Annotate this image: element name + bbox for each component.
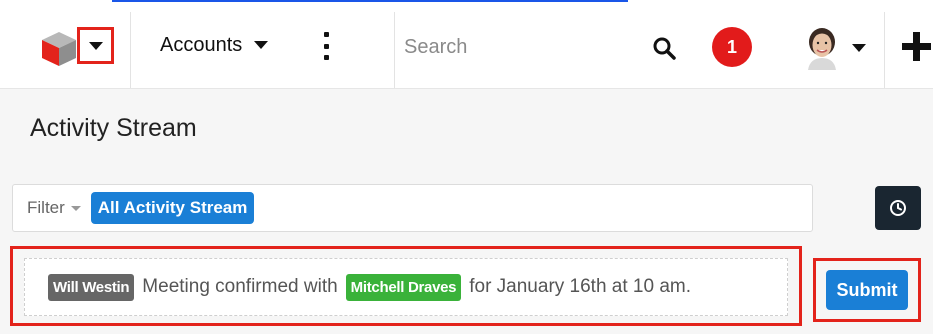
filter-bar[interactable]: Filter All Activity Stream [12, 184, 813, 232]
search-input[interactable] [404, 30, 634, 64]
filter-selected-pill[interactable]: All Activity Stream [90, 192, 255, 224]
activity-text-after: for January 16th at 10 am. [469, 276, 692, 297]
activity-toggle-button[interactable] [875, 186, 921, 230]
top-link-underline [112, 0, 628, 4]
divider [130, 12, 131, 88]
submit-highlight: Submit [813, 258, 921, 322]
activity-composer-row: Will Westin Meeting confirmed with Mitch… [0, 240, 933, 334]
contact-mention-tag[interactable]: Mitchell Draves [345, 273, 462, 301]
filter-dropdown[interactable]: Filter [27, 198, 81, 218]
page-title: Activity Stream [30, 114, 197, 142]
sugar-cube-logo-icon[interactable] [38, 28, 80, 70]
submit-button[interactable]: Submit [826, 270, 908, 310]
module-tab-label: Accounts [160, 33, 243, 56]
user-mention-tag[interactable]: Will Westin [48, 273, 135, 301]
notification-badge[interactable]: 1 [712, 27, 752, 67]
logo-menu-button[interactable] [77, 27, 114, 64]
filter-label: Filter [27, 198, 65, 217]
chevron-down-icon[interactable] [852, 44, 866, 52]
chevron-down-icon [254, 41, 269, 49]
activity-text-before: Meeting confirmed with [142, 276, 338, 297]
clock-icon [890, 200, 906, 216]
search-icon[interactable] [652, 36, 676, 60]
avatar[interactable] [802, 26, 842, 70]
chevron-down-icon [70, 205, 81, 211]
module-tab-accounts[interactable]: Accounts [160, 30, 269, 60]
page-header: Activity Stream [0, 88, 933, 174]
chevron-down-icon [88, 41, 103, 50]
divider [394, 12, 395, 88]
filter-row: Filter All Activity Stream [0, 174, 933, 240]
plus-icon[interactable] [900, 30, 933, 63]
divider [884, 12, 885, 88]
activity-post-input[interactable]: Will Westin Meeting confirmed with Mitch… [24, 258, 788, 316]
top-navbar: Accounts 1 [0, 6, 933, 88]
vertical-dots-icon[interactable] [320, 32, 332, 60]
activity-input-highlight: Will Westin Meeting confirmed with Mitch… [10, 246, 802, 326]
